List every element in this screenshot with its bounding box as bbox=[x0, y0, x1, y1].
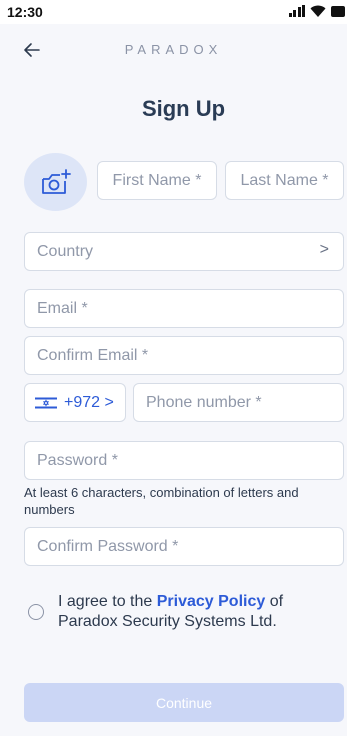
add-photo-button[interactable] bbox=[24, 153, 87, 211]
email-placeholder: Email * bbox=[37, 299, 88, 317]
agree-radio[interactable] bbox=[28, 604, 44, 620]
agreement-text: I agree to the Privacy Policy of Paradox… bbox=[58, 592, 313, 632]
country-select[interactable]: Country > bbox=[24, 232, 344, 271]
password-input[interactable]: Password * bbox=[24, 441, 344, 480]
confirm-password-placeholder: Confirm Password * bbox=[37, 537, 179, 555]
phone-code-label: +972 > bbox=[64, 393, 114, 411]
phone-code-selector[interactable]: +972 > bbox=[24, 383, 126, 422]
camera-add-icon bbox=[41, 169, 71, 194]
page-title: Sign Up bbox=[141, 96, 226, 121]
first-name-input[interactable]: First Name * bbox=[97, 161, 217, 200]
confirm-password-input[interactable]: Confirm Password * bbox=[24, 527, 344, 566]
email-input[interactable]: Email * bbox=[24, 289, 344, 328]
agreement-prefix: I agree to the bbox=[58, 593, 157, 610]
continue-button[interactable]: Continue bbox=[24, 683, 344, 722]
status-icons bbox=[288, 5, 345, 17]
confirm-email-placeholder: Confirm Email * bbox=[37, 346, 149, 364]
israel-flag-icon bbox=[35, 395, 57, 410]
privacy-agreement: I agree to the Privacy Policy of Paradox… bbox=[28, 592, 313, 632]
status-bar: 12:30 bbox=[0, 0, 347, 24]
password-hint: At least 6 characters, combination of le… bbox=[24, 485, 299, 517]
battery-icon bbox=[331, 5, 345, 17]
last-name-placeholder: Last Name * bbox=[240, 171, 329, 189]
phone-number-placeholder: Phone number * bbox=[146, 393, 262, 411]
phone-number-input[interactable]: Phone number * bbox=[133, 383, 344, 422]
signal-icon bbox=[288, 5, 305, 17]
confirm-email-input[interactable]: Confirm Email * bbox=[24, 336, 344, 375]
wifi-icon bbox=[310, 5, 326, 17]
status-time: 12:30 bbox=[7, 4, 43, 20]
privacy-policy-link[interactable]: Privacy Policy bbox=[157, 593, 266, 610]
last-name-input[interactable]: Last Name * bbox=[225, 161, 344, 200]
brand-logo: PARADOX bbox=[124, 42, 223, 57]
password-placeholder: Password * bbox=[37, 451, 118, 469]
chevron-right-icon: > bbox=[319, 241, 329, 258]
first-name-placeholder: First Name * bbox=[112, 171, 202, 189]
country-placeholder: Country bbox=[37, 242, 94, 260]
